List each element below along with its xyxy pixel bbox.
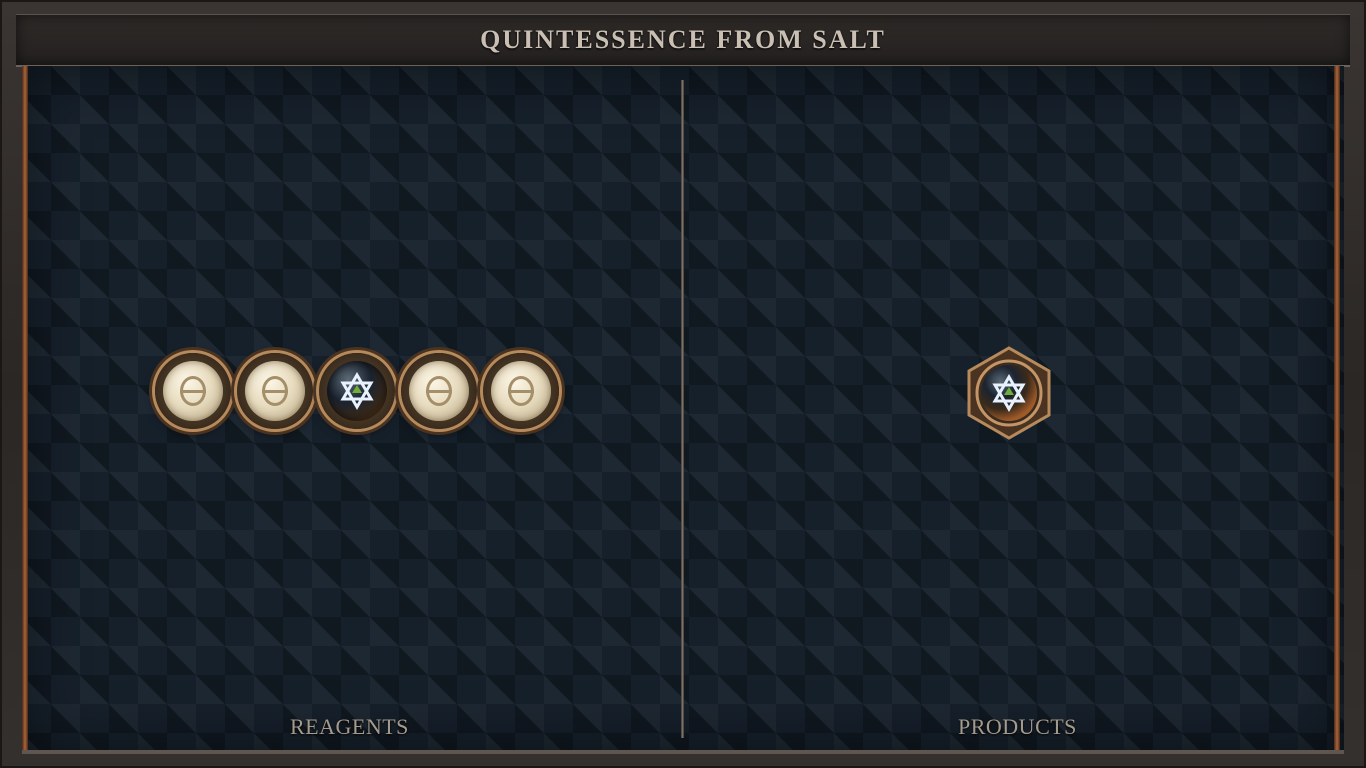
star-of-david-icon xyxy=(340,372,374,410)
products-label: PRODUCTS xyxy=(958,714,1077,739)
reagents-label: REAGENTS xyxy=(290,714,409,739)
salt-symbol-icon xyxy=(180,376,206,406)
salt-symbol-icon xyxy=(426,376,452,406)
quintessence-atom xyxy=(319,353,395,429)
salt-atom xyxy=(401,353,477,429)
reagent-molecule xyxy=(0,0,1366,768)
salt-atom xyxy=(483,353,559,429)
salt-atom xyxy=(155,353,231,429)
salt-atom xyxy=(237,353,313,429)
quintessence-product xyxy=(967,346,1051,440)
salt-symbol-icon xyxy=(508,376,534,406)
salt-symbol-icon xyxy=(262,376,288,406)
